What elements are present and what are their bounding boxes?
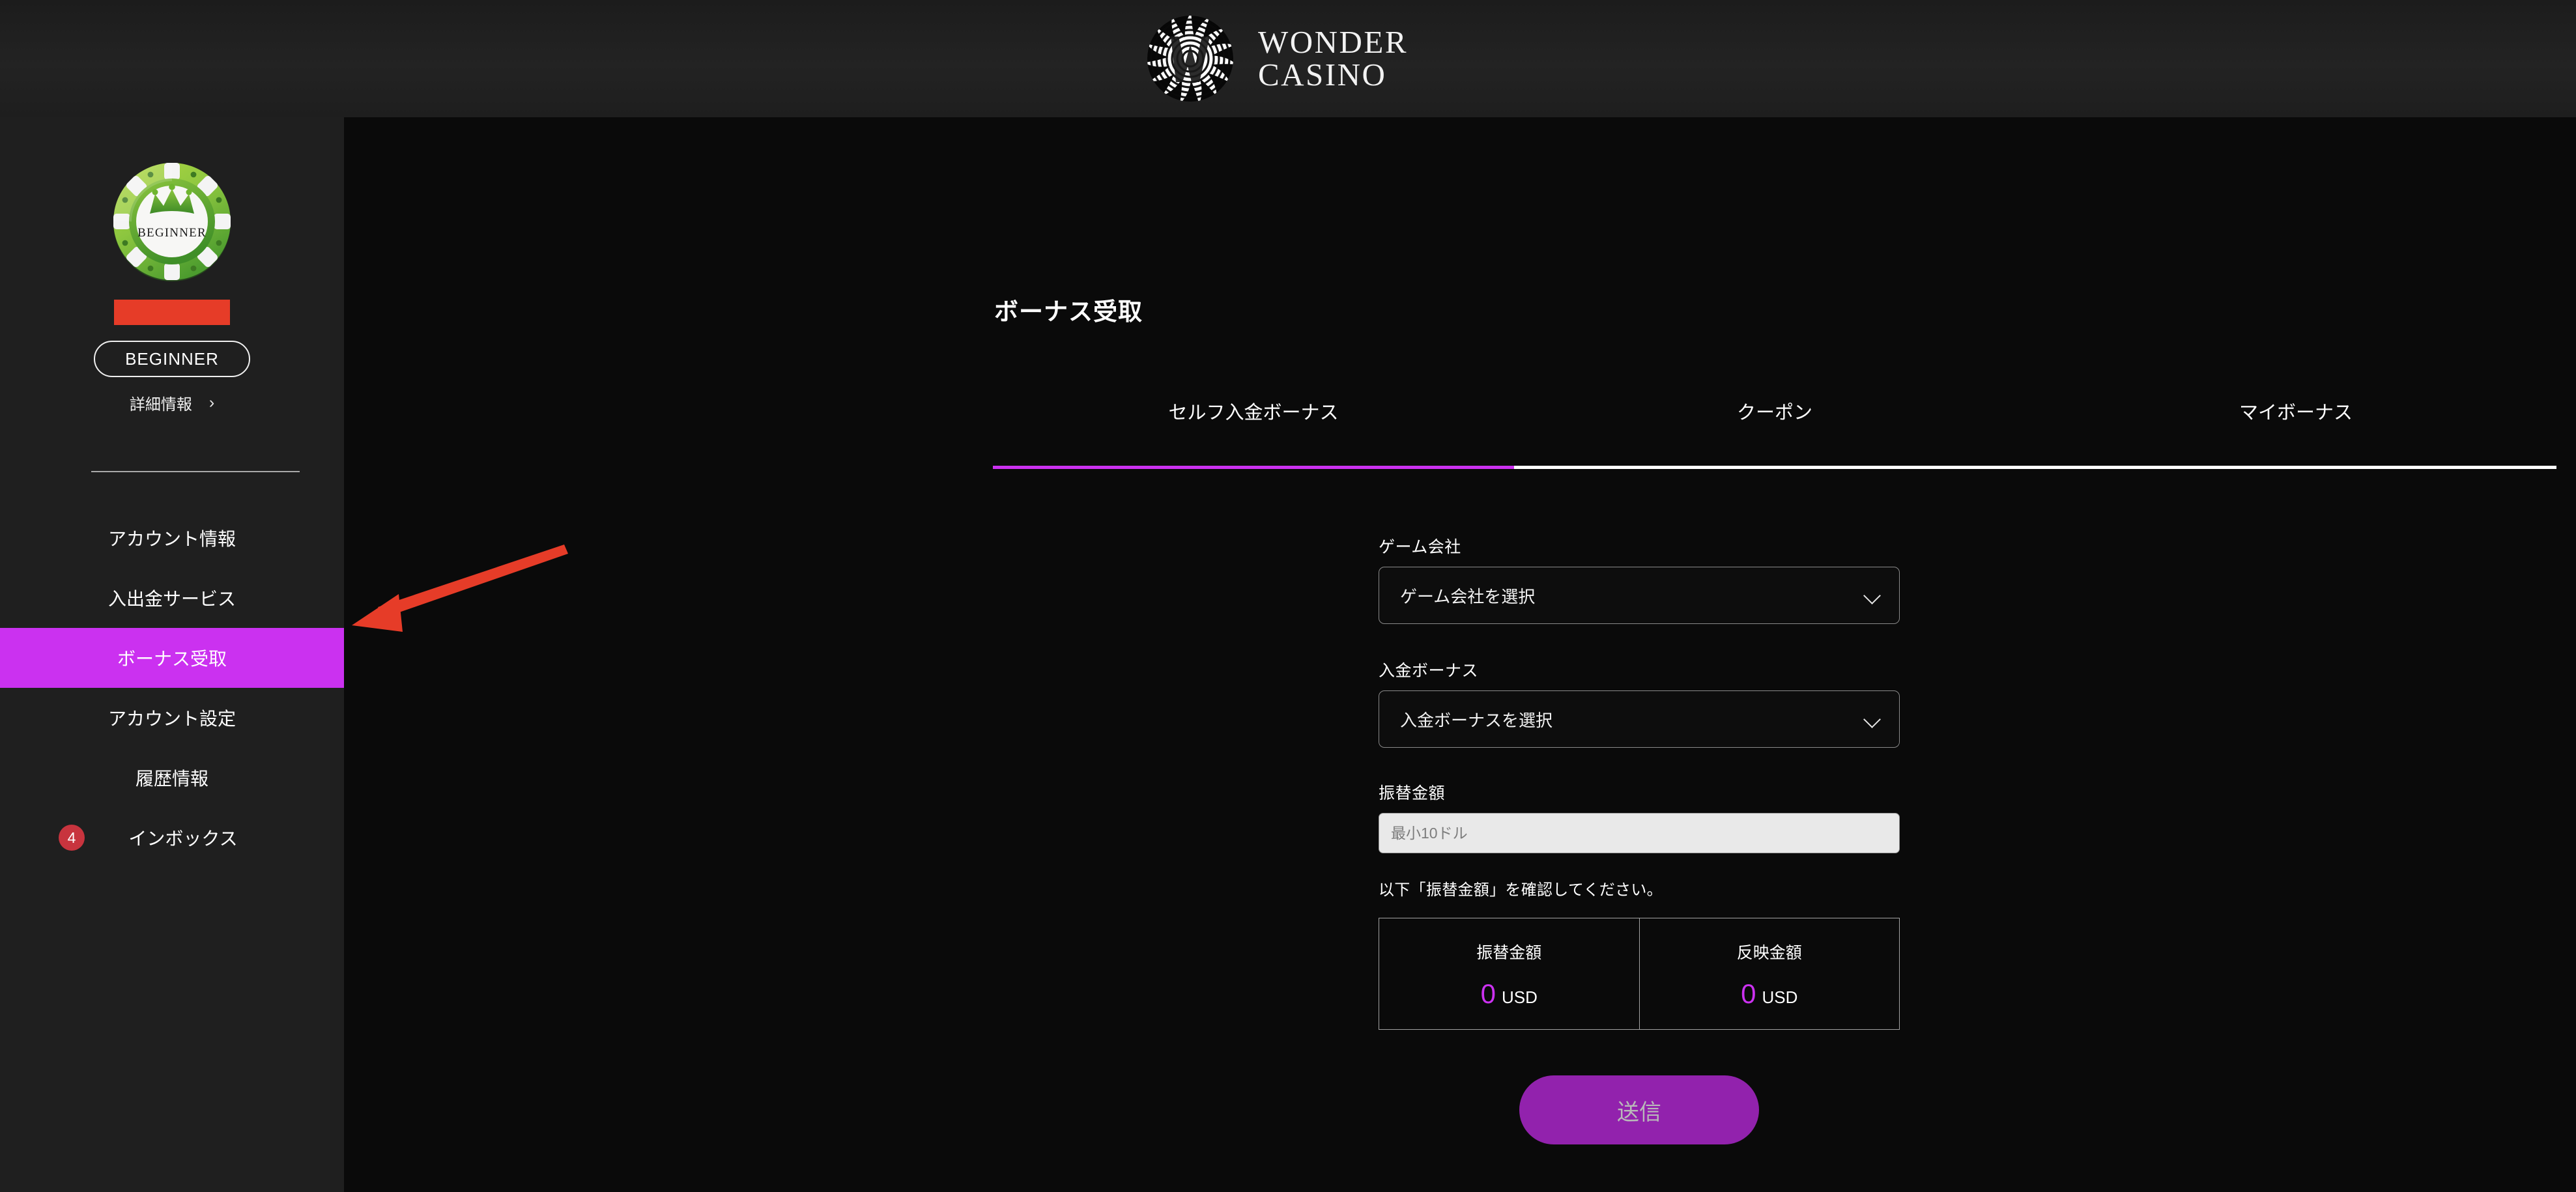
bonus-form: ゲーム会社 ゲーム会社を選択 入金ボーナス 入金ボーナスを選択 振替金額 以下「… <box>1379 534 1900 1144</box>
game-company-selected-value: ゲーム会社を選択 <box>1400 586 1536 606</box>
svg-text:BEGINNER: BEGINNER <box>137 226 207 240</box>
tab-underline-inactive <box>2035 466 2556 469</box>
app-root: WONDER CASINO BEGINNER BEGINNER 詳細情報 › ア… <box>0 0 2576 1192</box>
submit-button[interactable]: 送信 <box>1519 1075 1759 1144</box>
sidebar-item-bonus-receive[interactable]: ボーナス受取 <box>0 628 344 688</box>
chevron-right-icon: › <box>208 393 215 412</box>
sidebar-item-label: 入出金サービス <box>107 589 236 609</box>
deposit-bonus-selected-value: 入金ボーナスを選択 <box>1400 710 1553 730</box>
sidebar-item-account-info[interactable]: アカウント情報 <box>0 508 344 568</box>
summary-value: 0 <box>1480 978 1496 1009</box>
deposit-bonus-select[interactable]: 入金ボーナスを選択 <box>1379 690 1900 748</box>
brand-line-2: CASINO <box>1257 57 1387 92</box>
sidebar-item-label: 履歴情報 <box>135 769 208 789</box>
sidebar-item-deposit-withdraw[interactable]: 入出金サービス <box>0 568 344 628</box>
site-header: WONDER CASINO <box>0 0 2576 117</box>
summary-cell-transfer-amount: 振替金額 0 USD <box>1379 918 1639 1029</box>
bonus-tabs: セルフ入金ボーナス クーポン マイボーナス <box>993 397 2556 459</box>
tab-self-deposit-bonus[interactable]: セルフ入金ボーナス <box>993 397 1514 459</box>
beginner-casino-chip-avatar-icon: BEGINNER <box>108 158 236 285</box>
sidebar-menu: アカウント情報 入出金サービス ボーナス受取 アカウント設定 履歴情報 4 イン… <box>0 508 344 868</box>
tab-my-bonus[interactable]: マイボーナス <box>2035 397 2556 459</box>
wonder-casino-spiral-logo-icon <box>1145 13 1236 104</box>
page-title: ボーナス受取 <box>994 298 1143 325</box>
tab-underline-inactive <box>1514 466 2035 469</box>
sidebar-item-label: アカウント設定 <box>107 709 236 729</box>
sidebar-item-inbox[interactable]: 4 インボックス <box>0 808 344 868</box>
summary-currency: USD <box>1762 987 1798 1007</box>
summary-caption: 振替金額 <box>1476 944 1542 962</box>
summary-caption: 反映金額 <box>1736 944 1802 962</box>
summary-cell-reflected-amount: 反映金額 0 USD <box>1639 918 1900 1029</box>
deposit-bonus-label: 入金ボーナス <box>1379 662 1479 680</box>
brand-line-1: WONDER <box>1257 24 1409 61</box>
profile-detail-label: 詳細情報 <box>129 396 192 414</box>
confirm-note: 以下「振替金額」を確認してください。 <box>1379 881 1663 899</box>
tab-underline <box>993 466 2556 469</box>
brand-wordmark: WONDER CASINO <box>1258 26 1408 91</box>
main-content: ボーナス受取 セルフ入金ボーナス クーポン マイボーナス ゲーム会社 ゲーム会社… <box>344 117 2576 1192</box>
rank-badge: BEGINNER <box>94 341 250 377</box>
game-company-label: ゲーム会社 <box>1379 538 1461 556</box>
submit-row: 送信 <box>1379 1075 1900 1144</box>
transfer-amount-input[interactable] <box>1379 813 1900 853</box>
sidebar-item-history[interactable]: 履歴情報 <box>0 748 344 808</box>
sidebar: BEGINNER BEGINNER 詳細情報 › アカウント情報 入出金サービス… <box>0 117 344 1192</box>
tab-underline-active <box>993 466 1514 469</box>
inbox-unread-badge: 4 <box>59 825 85 851</box>
summary-currency: USD <box>1501 987 1538 1007</box>
tab-label: マイボーナス <box>2239 403 2353 423</box>
brand-logo[interactable]: WONDER CASINO <box>1145 13 1408 104</box>
tab-label: クーポン <box>1736 403 1812 423</box>
sidebar-item-label: ボーナス受取 <box>117 649 227 669</box>
username-redaction-bar <box>114 300 230 325</box>
summary-value: 0 <box>1741 978 1756 1009</box>
game-company-select[interactable]: ゲーム会社を選択 <box>1379 567 1900 624</box>
sidebar-item-label: アカウント情報 <box>107 529 236 549</box>
chevron-down-icon <box>1864 711 1881 728</box>
transfer-amount-label: 振替金額 <box>1379 784 1446 802</box>
profile-detail-link[interactable]: 詳細情報 › <box>130 391 214 414</box>
tab-label: セルフ入金ボーナス <box>1168 403 1339 423</box>
tab-coupon[interactable]: クーポン <box>1514 397 2035 459</box>
sidebar-item-account-settings[interactable]: アカウント設定 <box>0 688 344 748</box>
amount-summary-table: 振替金額 0 USD 反映金額 0 USD <box>1379 918 1900 1030</box>
sidebar-divider <box>91 471 300 472</box>
chevron-down-icon <box>1864 587 1881 604</box>
sidebar-item-label: インボックス <box>128 829 238 849</box>
profile-section: BEGINNER BEGINNER 詳細情報 › <box>0 117 344 414</box>
